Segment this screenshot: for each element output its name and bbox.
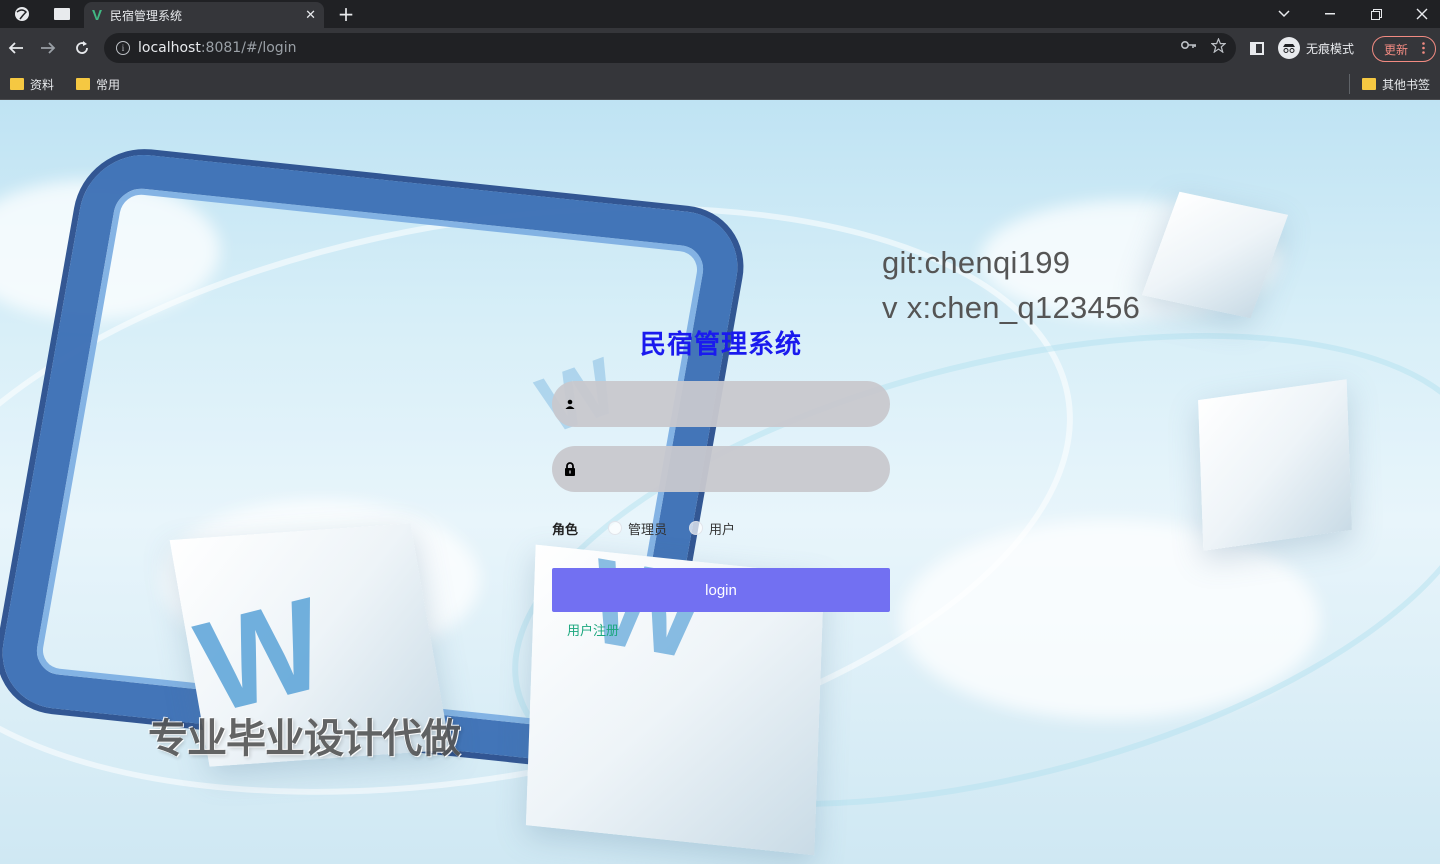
site-info-icon[interactable]: i bbox=[116, 41, 130, 55]
folder-icon bbox=[10, 78, 24, 90]
new-tab-button[interactable]: + bbox=[334, 2, 358, 26]
update-button[interactable]: 更新 bbox=[1372, 36, 1436, 62]
side-panel-icon[interactable] bbox=[1250, 42, 1264, 55]
bookmark-star-icon[interactable] bbox=[1210, 37, 1227, 57]
bookmark-folder-1[interactable]: 资料 bbox=[10, 74, 54, 94]
cube-decoration bbox=[1198, 379, 1352, 551]
tab-active[interactable]: V 民宿管理系统 ✕ bbox=[84, 2, 324, 28]
folder-icon bbox=[76, 78, 90, 90]
browser-toolbar: i localhost:8081/#/login 无痕模式 更新 bbox=[0, 28, 1440, 68]
folder-icon bbox=[1362, 78, 1376, 90]
close-tab-icon[interactable]: ✕ bbox=[305, 8, 316, 23]
login-page: W W W git:chenqi199 v x:chen_q123456 专业毕… bbox=[0, 100, 1440, 864]
role-option-label: 管理员 bbox=[628, 522, 668, 538]
incognito-indicator[interactable]: 无痕模式 bbox=[1278, 36, 1354, 60]
close-window-icon[interactable] bbox=[1402, 2, 1440, 26]
password-input[interactable] bbox=[586, 446, 876, 492]
incognito-label: 无痕模式 bbox=[1306, 41, 1355, 56]
bookmark-folder-label: 常用 bbox=[96, 77, 121, 92]
tab-title: 民宿管理系统 bbox=[110, 8, 183, 23]
bookmarks-bar: 资料 常用 其他书签 bbox=[0, 68, 1440, 100]
bookmark-folder-2[interactable]: 常用 bbox=[76, 74, 120, 94]
contact-git: git:chenqi199 bbox=[882, 245, 1071, 280]
url-host: localhost bbox=[138, 40, 201, 56]
watermark-text: 专业毕业设计代做 bbox=[148, 716, 461, 762]
lock-icon bbox=[562, 461, 578, 477]
contact-wechat: v x:chen_q123456 bbox=[882, 290, 1141, 325]
tab-list-chevron-icon[interactable] bbox=[1264, 2, 1304, 26]
globe-icon[interactable] bbox=[10, 4, 34, 24]
register-link[interactable]: 用户注册 bbox=[567, 620, 619, 639]
role-option-user[interactable]: 用户 bbox=[689, 519, 735, 538]
password-key-icon[interactable] bbox=[1180, 38, 1197, 57]
incognito-icon bbox=[1278, 37, 1300, 59]
login-button[interactable]: login bbox=[552, 568, 890, 612]
vue-logo-icon: V bbox=[92, 6, 103, 24]
update-label: 更新 bbox=[1384, 42, 1409, 57]
other-bookmarks[interactable]: 其他书签 bbox=[1362, 74, 1430, 94]
system-title: 民宿管理系统 bbox=[639, 330, 802, 360]
role-selector: 角色 管理员 用户 bbox=[552, 518, 757, 538]
username-input[interactable] bbox=[586, 381, 876, 427]
tab-strip: V 民宿管理系统 ✕ + bbox=[0, 0, 1440, 28]
address-bar[interactable]: i localhost:8081/#/login bbox=[104, 33, 1236, 63]
username-field[interactable] bbox=[552, 381, 890, 427]
radio-button[interactable] bbox=[689, 521, 704, 535]
back-icon[interactable] bbox=[4, 36, 28, 60]
menu-kebab-icon bbox=[1422, 41, 1425, 57]
role-option-admin[interactable]: 管理员 bbox=[608, 519, 667, 538]
minimize-icon[interactable] bbox=[1310, 2, 1350, 26]
role-label: 角色 bbox=[552, 522, 579, 538]
radio-button[interactable] bbox=[608, 521, 623, 535]
restore-icon[interactable] bbox=[1356, 2, 1396, 26]
url-path: :8081/#/login bbox=[200, 40, 297, 56]
forward-icon[interactable] bbox=[36, 36, 60, 60]
role-option-label: 用户 bbox=[709, 522, 736, 538]
password-field[interactable] bbox=[552, 446, 890, 492]
bookmark-folder-label: 资料 bbox=[30, 77, 55, 92]
tab-search-icon[interactable] bbox=[50, 4, 74, 24]
reload-icon[interactable] bbox=[70, 36, 94, 60]
other-bookmarks-label: 其他书签 bbox=[1382, 77, 1431, 92]
user-icon bbox=[562, 396, 578, 412]
bookmarks-divider bbox=[1349, 74, 1350, 94]
